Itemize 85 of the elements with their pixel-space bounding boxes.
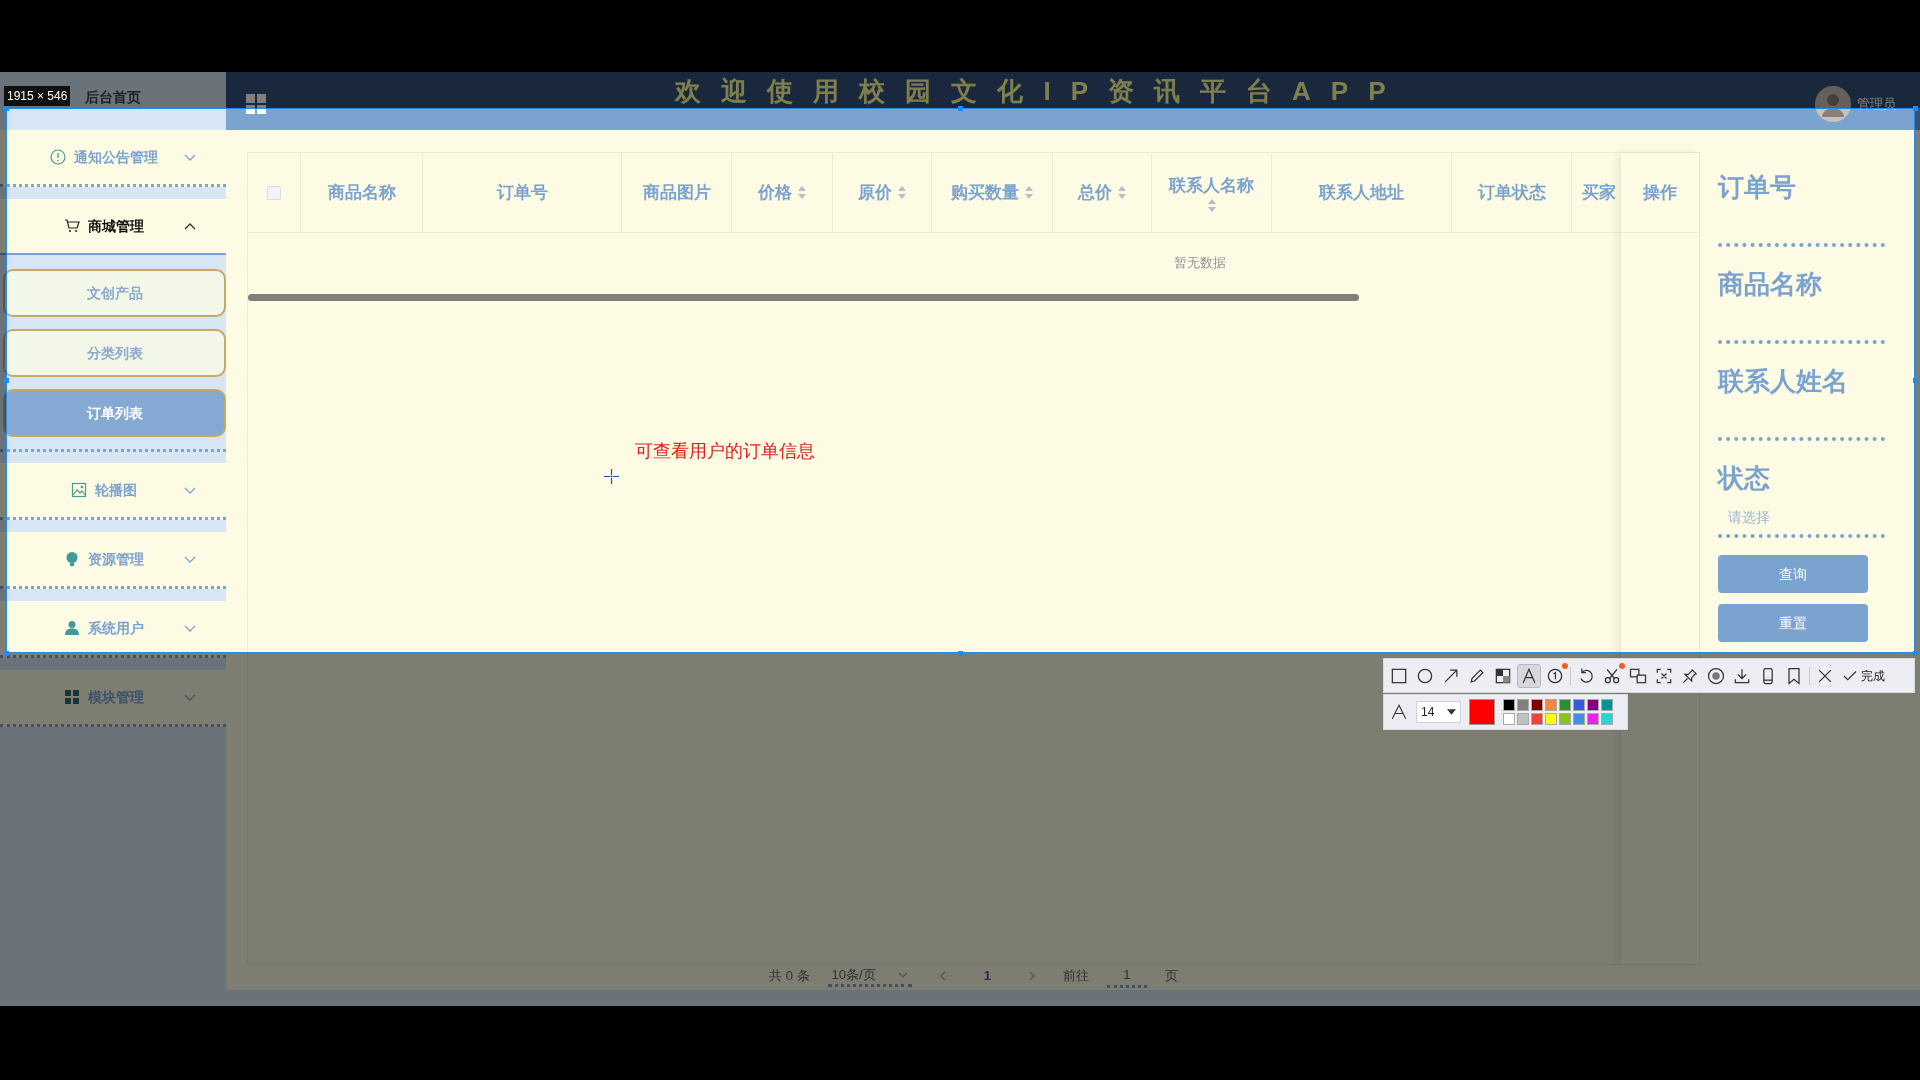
page-unit: 页 [1164, 967, 1178, 986]
resize-handle[interactable] [1913, 378, 1918, 383]
resize-handle[interactable] [4, 378, 9, 383]
font-size-select[interactable]: 14 [1416, 701, 1461, 723]
tool-button[interactable] [1518, 664, 1540, 687]
empty-text: 暂无数据 [1174, 254, 1226, 273]
column-header: 操作 [1621, 153, 1699, 233]
info-icon [50, 149, 66, 165]
color-swatch[interactable] [1545, 713, 1557, 725]
user-icon [64, 620, 80, 636]
color-swatch[interactable] [1587, 699, 1599, 711]
goto-label: 前往 [1062, 967, 1089, 986]
menu-item[interactable]: 通知公告管理 [0, 130, 226, 187]
caret-icon [1447, 709, 1456, 715]
sort-icon[interactable] [898, 186, 906, 199]
color-swatch[interactable] [1531, 713, 1543, 725]
record-icon [1706, 665, 1726, 686]
submenu-item[interactable]: 分类列表 [3, 329, 226, 377]
done-button[interactable]: 完成 [1840, 666, 1886, 685]
cart-icon [64, 218, 80, 234]
field-label: 商品名称 [1718, 268, 1823, 301]
color-swatch[interactable] [1559, 713, 1571, 725]
submenu-item[interactable]: 订单列表 [3, 389, 226, 437]
crosshair-icon [604, 469, 619, 484]
scrollbar-thumb[interactable] [248, 294, 1359, 301]
column-header: 联系人地址 [1272, 153, 1452, 232]
column-header: 订单状态 [1452, 153, 1572, 232]
color-swatch[interactable] [1531, 699, 1543, 711]
annotation-text[interactable]: 可查看用户的订单信息 [635, 438, 815, 465]
color-swatch[interactable] [1559, 699, 1571, 711]
column-header: 订单号 [423, 153, 622, 232]
page-number[interactable]: 1 [973, 966, 1001, 986]
grid-icon[interactable] [246, 93, 266, 114]
resize-handle[interactable] [958, 651, 963, 656]
resize-handle[interactable] [4, 106, 9, 111]
color-swatch[interactable] [1601, 713, 1613, 725]
image-icon [71, 482, 87, 498]
current-color-swatch[interactable] [1469, 699, 1495, 725]
bulb-icon [64, 551, 80, 567]
color-swatch[interactable] [1503, 699, 1515, 711]
size-label: 1915 × 546 [4, 86, 71, 106]
column-header: 商品图片 [622, 153, 732, 232]
avatar[interactable] [1815, 85, 1851, 122]
color-swatch[interactable] [1573, 699, 1585, 711]
resize-handle[interactable] [4, 651, 9, 656]
reset-button[interactable]: 重置 [1718, 604, 1868, 642]
color-swatch[interactable] [1517, 713, 1529, 725]
column-header[interactable]: 价格 [732, 153, 833, 232]
sort-icon[interactable] [1118, 186, 1126, 199]
submenu-item[interactable]: 文创产品 [3, 269, 226, 317]
field-label: 联系人姓名 [1718, 365, 1849, 398]
resize-handle[interactable] [1913, 106, 1918, 111]
field-label: 订单号 [1718, 171, 1797, 204]
menu-item[interactable]: 模块管理 [0, 670, 226, 727]
sort-icon[interactable] [1025, 186, 1033, 199]
column-header[interactable]: 原价 [833, 153, 932, 232]
page-size-select[interactable]: 10条/页 [827, 964, 912, 988]
input-field[interactable]: 请选择 [1718, 496, 1885, 538]
menu-item[interactable]: 资源管理 [0, 532, 226, 589]
color-swatch[interactable] [1573, 713, 1585, 725]
total-count: 共 0 条 [769, 967, 810, 986]
color-swatch[interactable] [1601, 699, 1613, 711]
color-swatch[interactable] [1587, 713, 1599, 725]
color-swatch[interactable] [1503, 713, 1515, 725]
grid-icon [64, 689, 80, 705]
sort-icon[interactable] [798, 186, 806, 199]
field-label: 状态 [1718, 462, 1771, 495]
menu-item[interactable]: 系统用户 [0, 601, 226, 658]
column-header[interactable]: 联系人名称 [1152, 153, 1272, 232]
menu-item[interactable]: 商城管理 [0, 199, 226, 255]
text-icon [1390, 703, 1408, 721]
search-button[interactable]: 查询 [1718, 555, 1868, 593]
sort-icon[interactable] [1207, 198, 1216, 212]
resize-handle[interactable] [958, 106, 963, 111]
color-swatch[interactable] [1545, 699, 1557, 711]
column-header: 商品名称 [301, 153, 423, 232]
menu-item[interactable]: 轮播图 [0, 463, 226, 520]
app-title: 欢迎使用校园文化IP资讯平台APP [675, 77, 1406, 105]
resize-handle[interactable] [1913, 651, 1918, 656]
color-swatch[interactable] [1517, 699, 1529, 711]
select-all-checkbox[interactable] [267, 185, 281, 200]
column-header[interactable]: 总价 [1053, 153, 1152, 232]
column-header[interactable]: 购买数量 [932, 153, 1053, 232]
column-header: 买家 [1572, 153, 1622, 232]
menu-item[interactable]: 后台首页 [85, 86, 141, 108]
